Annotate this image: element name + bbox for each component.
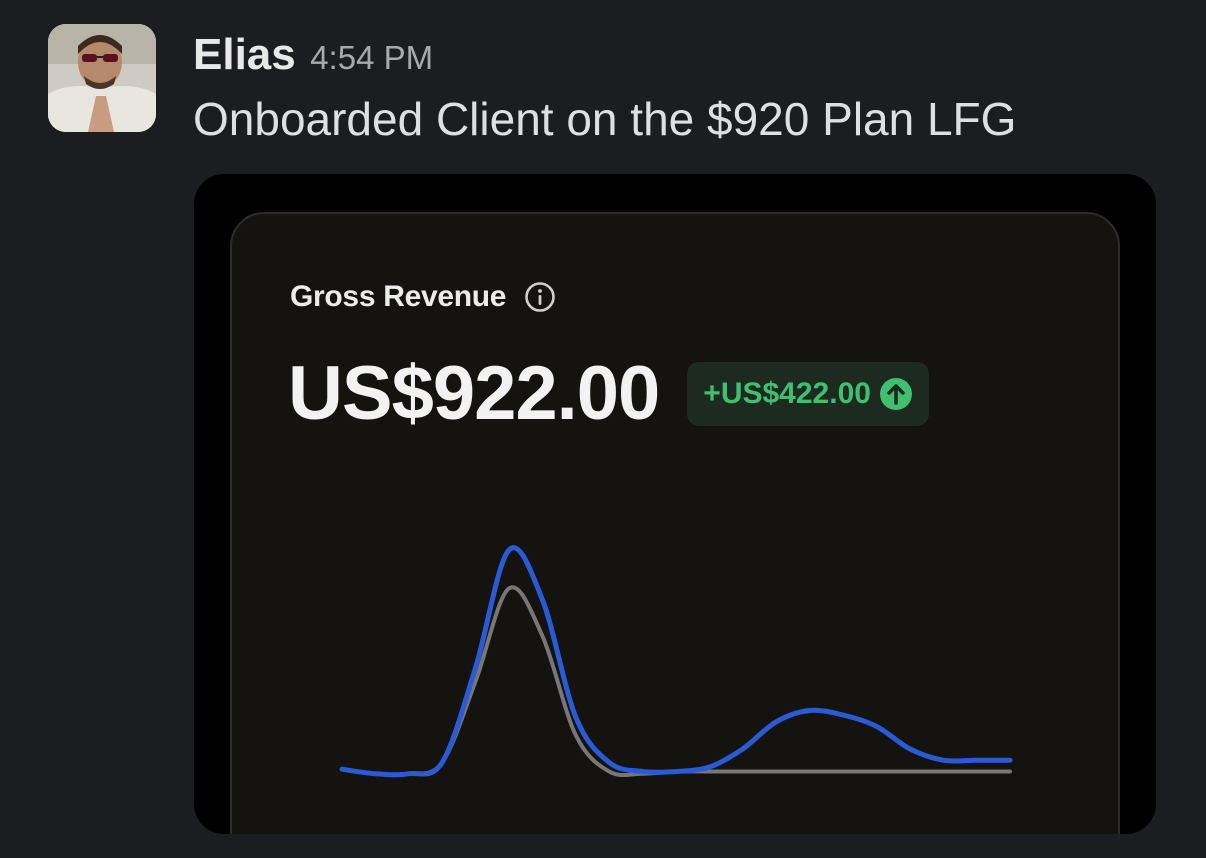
avatar[interactable] <box>48 24 156 132</box>
avatar-photo <box>48 24 156 132</box>
author-name[interactable]: Elias <box>193 30 296 79</box>
image-attachment[interactable]: Gross Revenue US$922.00 +US$422.00 <box>194 174 1156 834</box>
revenue-card: Gross Revenue US$922.00 +US$422.00 <box>230 212 1120 834</box>
message-header: Elias 4:54 PM <box>193 30 433 90</box>
message-text: Onboarded Client on the $920 Plan LFG <box>193 93 1017 145</box>
revenue-line-chart <box>339 545 1013 778</box>
series-line-1 <box>339 545 1013 778</box>
chat-message: Elias 4:54 PM Onboarded Client on the $9… <box>0 0 1206 858</box>
message-timestamp[interactable]: 4:54 PM <box>310 39 433 76</box>
